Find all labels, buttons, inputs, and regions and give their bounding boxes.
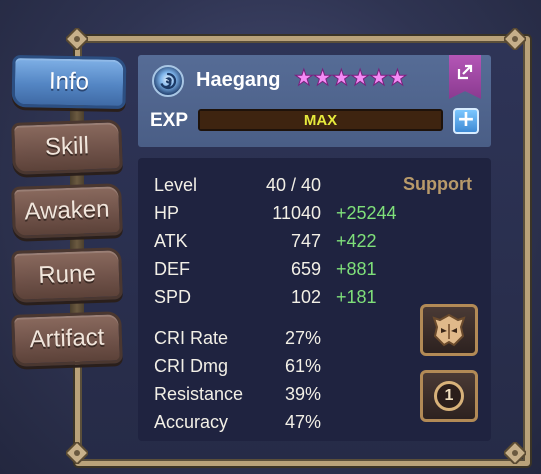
frame-corner-top-left [64, 26, 90, 52]
stat-value: 747 [290, 231, 321, 251]
collection-count-button[interactable]: 1 [420, 370, 478, 422]
stat-label: Resistance [154, 384, 244, 404]
monster-header: Haegang ★ ★ ★ ★ ★ ★ EXP MAX + [138, 55, 491, 147]
share-button[interactable] [449, 55, 481, 99]
stat-value: 102 [290, 287, 321, 307]
stat-value: 39% [284, 384, 321, 404]
stat-row-level: Level 40 / 40 [154, 175, 474, 201]
stat-label: ATK [154, 231, 188, 251]
share-icon [457, 64, 473, 80]
mask-helmet-icon [432, 313, 466, 347]
stat-label: SPD [154, 287, 192, 307]
stat-row-atk: ATK 747 +422 [154, 231, 474, 257]
number-badge: 1 [434, 381, 464, 411]
stat-bonus: +881 [336, 259, 377, 279]
stat-bonus: +25244 [336, 203, 397, 223]
star-icon: ★ [368, 66, 389, 91]
water-swirl-icon [152, 65, 184, 97]
stat-label: CRI Rate [154, 328, 229, 348]
star-icon: ★ [350, 66, 371, 91]
tab-skill[interactable]: Skill [11, 119, 123, 175]
monster-name: Haegang [196, 69, 281, 91]
stat-value: 40 / 40 [265, 175, 321, 195]
stat-value: 47% [284, 412, 321, 432]
tab-info[interactable]: Info [11, 55, 127, 109]
star-icon: ★ [331, 66, 352, 91]
tab-awaken[interactable]: Awaken [11, 183, 123, 239]
stat-label: Level [154, 175, 198, 195]
stat-label: HP [154, 203, 180, 223]
stat-bonus: +422 [336, 231, 377, 251]
add-exp-button[interactable]: + [453, 108, 479, 134]
exp-bar: MAX [198, 109, 443, 131]
stat-value: 27% [284, 328, 321, 348]
frame-corner-bottom-right [502, 440, 528, 466]
star-icon: ★ [387, 66, 408, 91]
monster-skin-button[interactable] [420, 304, 478, 356]
frame-corner-bottom-left [64, 440, 90, 466]
stat-value: 61% [284, 356, 321, 376]
stat-label: CRI Dmg [154, 356, 229, 376]
stat-value: 11040 [272, 203, 321, 223]
exp-value: MAX [303, 111, 338, 129]
stat-value: 659 [290, 259, 321, 279]
stat-row-def: DEF 659 +881 [154, 259, 474, 285]
tab-artifact[interactable]: Artifact [11, 311, 123, 367]
stat-label: Accuracy [154, 412, 229, 432]
exp-label: EXP [150, 110, 189, 131]
star-icon: ★ [294, 66, 315, 91]
stat-row-hp: HP 11040 +25244 [154, 203, 474, 229]
stat-label: DEF [154, 259, 190, 279]
stat-bonus: +181 [336, 287, 377, 307]
frame-corner-top-right [502, 26, 528, 52]
stats-panel: Support Level 40 / 40 HP 11040 +25244 AT… [138, 158, 491, 441]
star-icon: ★ [312, 66, 333, 91]
tab-rune[interactable]: Rune [11, 247, 123, 303]
star-rating: ★ ★ ★ ★ ★ ★ [294, 66, 408, 91]
